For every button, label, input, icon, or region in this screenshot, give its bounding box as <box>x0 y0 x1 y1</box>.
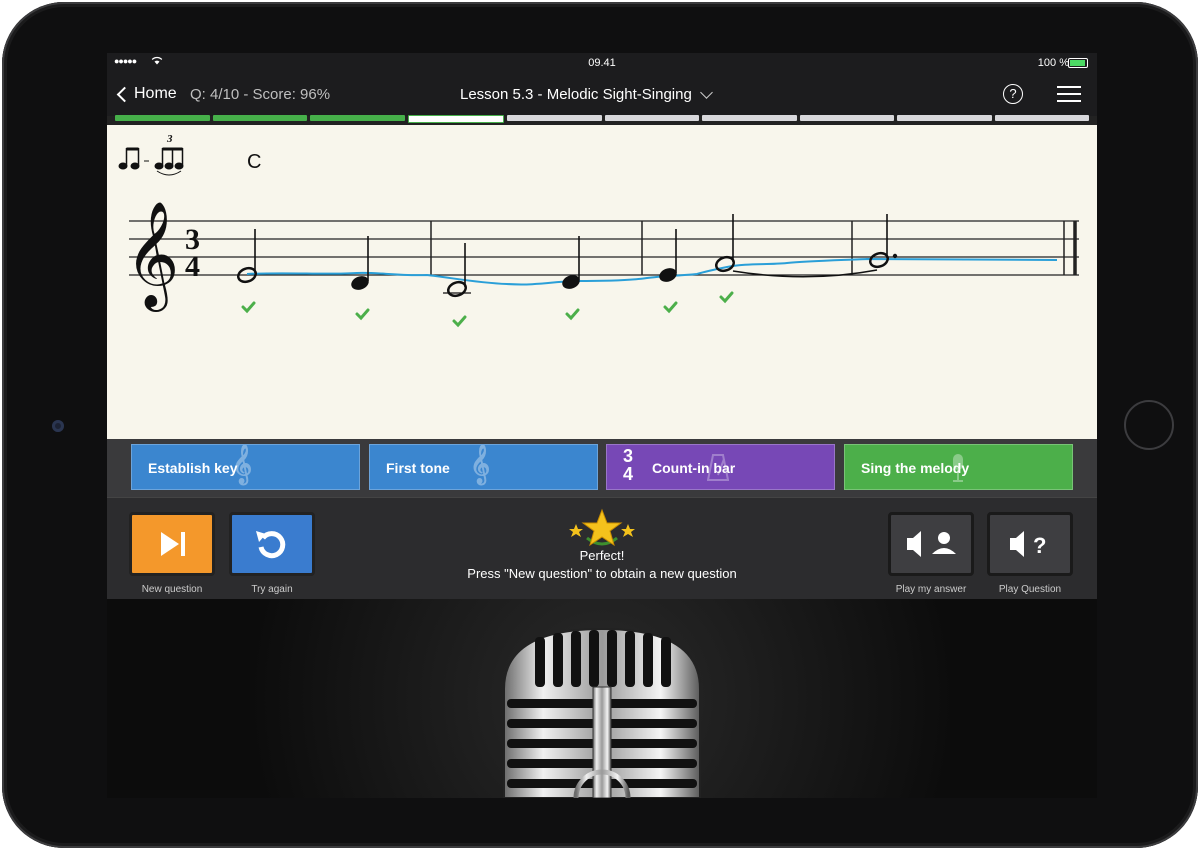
result-message: Press "New question" to obtain a new que… <box>467 566 737 581</box>
sing-the-melody-button[interactable]: Sing the melody <box>844 444 1073 490</box>
tie-icon <box>732 269 878 278</box>
note-3 <box>443 243 471 298</box>
note-2 <box>351 236 369 290</box>
battery-percent: 100 % <box>1037 57 1069 69</box>
barlines <box>430 221 1077 275</box>
count-in-bar-button[interactable]: 34 Count-in bar <box>606 444 835 490</box>
app-screen: ●●●●● 09.41 100 % Home Q: 4/10 - Score: … <box>107 53 1097 798</box>
sheet-music-area: 3 C 𝄞 3 4 <box>107 125 1097 439</box>
chord-symbol: C <box>247 151 261 173</box>
play-question-control: ? Play Question <box>984 512 1076 595</box>
status-bar: ●●●●● 09.41 100 % <box>107 53 1097 73</box>
new-question-control: New question <box>126 512 218 595</box>
navigation-bar: Home Q: 4/10 - Score: 96% Lesson 5.3 - M… <box>107 73 1097 116</box>
microphone-icon <box>950 453 966 489</box>
microphone-icon[interactable] <box>107 599 1097 798</box>
treble-clef-icon: 𝄞 <box>232 445 253 483</box>
note-6 <box>715 214 735 273</box>
play-my-answer-button[interactable] <box>888 512 974 576</box>
progress-segment <box>702 115 797 121</box>
time-signature-icon: 34 <box>623 446 634 484</box>
speaker-person-icon <box>907 531 956 557</box>
lesson-title: Lesson 5.3 - Melodic Sight-Singing <box>460 86 692 103</box>
microphone-area <box>107 599 1097 798</box>
home-back-button[interactable]: Home <box>115 85 177 103</box>
home-hardware-button[interactable] <box>1124 400 1174 450</box>
help-icon[interactable]: ? <box>1003 84 1023 104</box>
play-question-button[interactable]: ? <box>987 512 1073 576</box>
staff-lines <box>129 220 1079 276</box>
svg-text:?: ? <box>1033 533 1046 558</box>
progress-segment <box>994 115 1089 121</box>
progress-segment <box>799 115 894 121</box>
new-question-label: New question <box>141 584 203 595</box>
play-my-answer-label: Play my answer <box>895 584 967 595</box>
try-again-button[interactable] <box>229 512 315 576</box>
lesson-selector[interactable]: Lesson 5.3 - Melodic Sight-Singing <box>460 85 713 103</box>
progress-segment <box>212 115 307 121</box>
rhythm-hint-icon <box>118 147 184 176</box>
progress-segment <box>604 115 699 121</box>
try-again-control: Try again <box>226 512 318 595</box>
task-buttons-row: Establish key 𝄞 First tone 𝄞 34 Count-in… <box>107 439 1097 497</box>
result-panel: Perfect! Press "New question" to obtain … <box>407 508 797 581</box>
camera-icon <box>52 420 64 432</box>
play-my-answer-control: Play my answer <box>885 512 977 595</box>
ipad-frame: ●●●●● 09.41 100 % Home Q: 4/10 - Score: … <box>2 2 1198 848</box>
treble-clef-icon: 𝄞 <box>470 445 491 483</box>
result-title: Perfect! <box>579 548 625 563</box>
star-rating-icon <box>407 508 797 548</box>
chevron-left-icon <box>116 86 133 102</box>
first-tone-label: First tone <box>386 460 450 476</box>
hamburger-menu-icon[interactable] <box>1057 86 1081 104</box>
try-again-label: Try again <box>251 584 293 595</box>
clock: 09.41 <box>588 57 616 69</box>
control-panel: New question Try again Perfect! Press "N… <box>107 497 1097 600</box>
battery-icon <box>1068 58 1088 68</box>
progress-segment <box>115 115 210 121</box>
first-tone-button[interactable]: First tone 𝄞 <box>369 444 598 490</box>
note-4 <box>562 236 580 289</box>
progress-segment <box>897 115 992 121</box>
play-question-label: Play Question <box>998 584 1062 595</box>
chevron-down-icon <box>699 85 713 99</box>
time-signature-bottom: 4 <box>185 250 200 283</box>
skip-forward-icon <box>161 532 185 556</box>
new-question-button[interactable] <box>129 512 215 576</box>
question-progress-bar <box>115 115 1089 123</box>
establish-key-button[interactable]: Establish key 𝄞 <box>131 444 360 490</box>
establish-key-label: Establish key <box>148 460 238 476</box>
note-7 <box>869 214 898 269</box>
treble-clef-icon: 𝄞 <box>125 200 179 312</box>
question-score: Q: 4/10 - Score: 96% <box>190 86 331 103</box>
metronome-icon <box>706 453 730 481</box>
staff-notation: 3 C 𝄞 3 4 <box>118 133 1079 328</box>
speaker-question-icon: ? <box>1010 531 1046 558</box>
check-icons <box>241 291 734 328</box>
tuplet-number: 3 <box>166 133 173 145</box>
back-label: Home <box>134 85 177 102</box>
progress-segment <box>407 115 504 123</box>
progress-segment <box>310 115 405 121</box>
retry-icon <box>256 531 286 559</box>
progress-segment <box>507 115 602 121</box>
